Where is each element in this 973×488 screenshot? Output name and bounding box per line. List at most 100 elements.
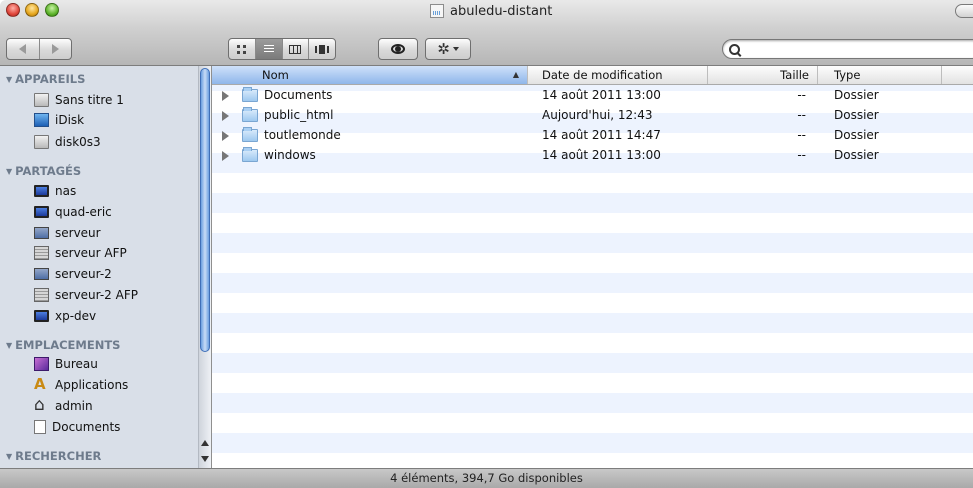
sidebar-item-label: serveur-2 [55,267,112,281]
file-name: Documents [264,88,333,102]
sidebar-item-label: nas [55,184,77,198]
drive-icon [34,93,49,107]
sidebar-item-bureau[interactable]: Bureau [34,354,98,374]
sidebar-item-xp-dev[interactable]: xp-dev [34,306,96,326]
column-header-date[interactable]: Date de modification [528,66,708,84]
afp-server-icon [34,288,49,302]
sidebar-item-applications[interactable]: Applications [34,375,128,395]
file-size: -- [797,88,806,102]
disclosure-triangle-icon[interactable] [222,111,229,121]
back-forward-buttons [6,38,72,60]
file-type: Dossier [834,148,879,162]
sidebar-item-label: Bureau [55,357,98,371]
file-size: -- [797,128,806,142]
column-view-button[interactable] [281,39,309,59]
file-type: Dossier [834,88,879,102]
sort-ascending-icon: ▲ [512,70,519,79]
sidebar-scrollbar[interactable] [198,66,211,468]
status-text: 4 éléments, 394,7 Go disponibles [390,471,583,485]
sidebar-item-label: xp-dev [55,309,97,323]
sidebar-item-disk0s3[interactable]: disk0s3 [34,132,101,152]
disclosure-triangle-icon[interactable] [222,131,229,141]
minimize-window-button[interactable] [25,3,39,17]
file-list: Nom ▲ Date de modification Taille Type D… [212,66,973,468]
forward-arrow-icon [51,44,59,54]
server-proxy-icon[interactable] [430,4,444,18]
file-row[interactable]: public_html Aujourd'hui, 12:43 -- Dossie… [212,106,973,126]
eye-icon [391,44,405,54]
back-button[interactable] [7,39,39,59]
monitor-icon [34,310,49,322]
sidebar-item-serveur-afp[interactable]: serveur AFP [34,243,127,263]
sidebar-item-serveur-2[interactable]: serveur-2 [34,264,112,284]
sidebar-item-label: serveur [55,226,101,240]
sidebar-item-sans-titre-1[interactable]: Sans titre 1 [34,90,124,110]
sidebar: APPAREILS Sans titre 1 iDisk disk0s3 PAR… [0,66,212,468]
icon-view-icon [237,44,247,54]
sidebar-item-label: Applications [55,378,129,392]
sidebar-scrollbar-thumb[interactable] [200,68,210,352]
file-row[interactable]: windows 14 août 2011 13:00 -- Dossier [212,146,973,166]
file-name: toutlemonde [264,128,341,142]
forward-button[interactable] [38,39,72,59]
file-size: -- [797,108,806,122]
sidebar-item-label: Documents [52,420,121,434]
sidebar-item-serveur-2-afp[interactable]: serveur-2 AFP [34,285,138,305]
gear-icon: ✲ [437,39,450,58]
icon-view-button[interactable] [229,39,255,59]
action-menu-button[interactable]: ✲ [425,38,471,60]
sidebar-item-documents[interactable]: Documents [34,417,120,437]
search-field[interactable] [722,39,973,59]
close-window-button[interactable] [6,3,20,17]
file-name: windows [264,148,316,162]
sidebar-item-nas[interactable]: nas [34,181,76,201]
disclosure-triangle-icon[interactable] [222,91,229,101]
desktop-icon [34,357,49,371]
view-mode-buttons [228,38,336,60]
window-toolbar: abuledu-distant ✲ [0,0,973,66]
chevron-down-icon [452,47,459,51]
disclosure-triangle-icon[interactable] [222,151,229,161]
sidebar-section-places[interactable]: EMPLACEMENTS [6,336,120,354]
server-icon [34,268,49,280]
file-row[interactable]: Documents 14 août 2011 13:00 -- Dossier [212,86,973,106]
folder-icon [242,87,258,102]
sidebar-item-label: serveur AFP [55,246,127,260]
toolbar-toggle-button[interactable] [955,4,973,18]
search-input[interactable] [746,41,950,57]
zoom-window-button[interactable] [45,3,59,17]
sidebar-section-search[interactable]: RECHERCHER [6,447,101,465]
sidebar-item-admin[interactable]: admin [34,395,93,416]
afp-server-icon [34,246,49,260]
file-size: -- [797,148,806,162]
sidebar-item-label: iDisk [55,113,85,127]
sidebar-item-label: Sans titre 1 [55,93,124,107]
sidebar-item-label: disk0s3 [55,135,101,149]
file-type: Dossier [834,128,879,142]
sidebar-item-idisk[interactable]: iDisk [34,110,84,130]
window-title-text: abuledu-distant [450,3,553,19]
column-header-bar: Nom ▲ Date de modification Taille Type [212,66,973,85]
cover-flow-button[interactable] [308,39,335,59]
server-icon [34,227,49,239]
column-header-empty [942,66,973,84]
sidebar-item-label: serveur-2 AFP [55,288,138,302]
column-header-name[interactable]: Nom ▲ [212,66,528,84]
list-view-button[interactable] [254,39,282,59]
sidebar-item-quad-eric[interactable]: quad-eric [34,202,112,222]
scroll-up-icon[interactable] [201,440,209,446]
list-view-icon [263,44,274,54]
file-row[interactable]: toutlemonde 14 août 2011 14:47 -- Dossie… [212,126,973,146]
column-header-type[interactable]: Type [818,66,942,84]
folder-icon [242,107,258,122]
sidebar-item-serveur[interactable]: serveur [34,223,101,243]
file-date: Aujourd'hui, 12:43 [542,108,653,122]
sidebar-section-devices[interactable]: APPAREILS [6,70,85,88]
sidebar-section-shared[interactable]: PARTAGÉS [6,162,81,180]
folder-icon [242,127,258,142]
quick-look-button[interactable] [378,38,418,60]
column-header-size[interactable]: Taille [708,66,818,84]
file-date: 14 août 2011 14:47 [542,128,661,142]
scroll-down-icon[interactable] [201,456,209,462]
drive-icon [34,135,49,149]
